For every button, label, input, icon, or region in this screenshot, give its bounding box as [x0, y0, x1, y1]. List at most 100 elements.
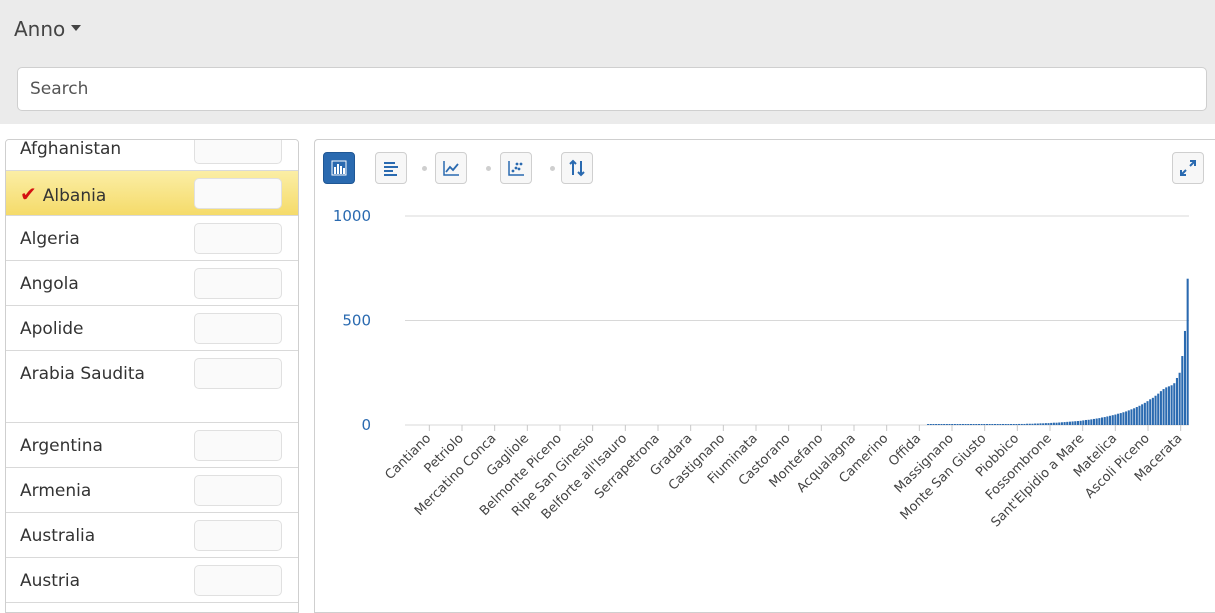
- bar: [1071, 421, 1074, 425]
- country-item[interactable]: Apolide: [6, 306, 298, 351]
- country-item[interactable]: Armenia: [6, 468, 298, 513]
- bar: [1004, 424, 1007, 425]
- bar: [1079, 420, 1082, 425]
- country-item[interactable]: Argentina: [6, 423, 298, 468]
- bar: [1109, 415, 1112, 425]
- count-box: [194, 520, 282, 551]
- bar-chart: 05001000CantianoPetrioloMercatino ConcaG…: [333, 207, 1189, 530]
- bar: [937, 424, 940, 425]
- bar: [927, 424, 930, 425]
- bar: [1050, 422, 1053, 425]
- bar: [980, 424, 983, 425]
- bar: [1114, 414, 1117, 425]
- bar: [1138, 405, 1141, 425]
- y-tick-label: 0: [361, 416, 371, 434]
- bar: [953, 424, 956, 425]
- bar: [1012, 424, 1015, 425]
- bar: [1178, 372, 1181, 425]
- bar: [1149, 399, 1152, 425]
- y-tick-label: 500: [342, 312, 371, 330]
- bar: [932, 424, 935, 425]
- bar: [1117, 413, 1120, 425]
- bar: [1127, 410, 1130, 425]
- country-item[interactable]: Australia: [6, 513, 298, 558]
- bar: [1063, 422, 1066, 425]
- bar: [1111, 415, 1114, 425]
- bar: [1084, 419, 1088, 425]
- bar: [983, 424, 986, 425]
- bar: [1007, 424, 1010, 425]
- bar: [1039, 423, 1042, 425]
- bar: [964, 424, 967, 425]
- country-label: Algeria: [20, 229, 80, 249]
- bar: [1023, 423, 1026, 425]
- search-input[interactable]: [17, 67, 1207, 111]
- bar: [1066, 421, 1069, 425]
- bar: [1060, 422, 1063, 425]
- bar: [1167, 386, 1170, 425]
- country-label: Apolide: [20, 319, 84, 339]
- country-item[interactable]: Arabia Saudita: [6, 351, 298, 423]
- bar: [943, 424, 946, 425]
- bar: [1119, 413, 1122, 425]
- bar: [988, 424, 991, 425]
- country-name: Algeria: [20, 227, 190, 251]
- bar: [1015, 424, 1018, 425]
- bar: [935, 424, 938, 425]
- count-box: [194, 475, 282, 506]
- bar: [1036, 423, 1039, 425]
- bar: [1055, 422, 1058, 425]
- count-box: [194, 178, 282, 209]
- bar: [1031, 423, 1034, 425]
- count-box: [194, 313, 282, 344]
- country-name: Armenia: [20, 479, 190, 503]
- bar: [1141, 404, 1144, 425]
- bar: [1183, 330, 1187, 425]
- bar: [1162, 389, 1165, 425]
- bar: [1092, 418, 1096, 425]
- country-name: Arabia Saudita: [20, 362, 190, 386]
- bar: [1044, 423, 1047, 425]
- country-item[interactable]: Angola: [6, 261, 298, 306]
- bar: [1159, 391, 1162, 425]
- bar: [985, 424, 989, 425]
- bar: [1143, 402, 1146, 425]
- bar: [1122, 412, 1125, 425]
- bar: [1026, 423, 1029, 425]
- country-name: Angola: [20, 272, 190, 296]
- country-name: ✔ Albania: [20, 182, 190, 208]
- bar: [1076, 421, 1079, 425]
- count-box: [194, 140, 282, 164]
- bar: [929, 424, 932, 425]
- country-item[interactable]: Afghanistan: [6, 139, 298, 171]
- country-item[interactable]: Algeria: [6, 216, 298, 261]
- country-list-panel[interactable]: Afghanistan ✔ Albania Algeria Angola Apolide A…: [5, 139, 299, 613]
- chart-panel: 0 500 1000 Cantiano Petriolo Mercatino Conca G…: [314, 139, 1215, 613]
- bar: [969, 424, 972, 425]
- country-label: Argentina: [20, 436, 103, 456]
- bar: [1074, 421, 1077, 425]
- bar: [1130, 409, 1133, 425]
- bar: [1175, 377, 1178, 425]
- bar: [967, 424, 970, 425]
- country-item[interactable]: Austria: [6, 558, 298, 603]
- country-label: Albania: [42, 186, 107, 206]
- anno-dropdown[interactable]: Anno: [14, 17, 82, 41]
- bar: [1082, 420, 1085, 425]
- bar: [1125, 411, 1128, 425]
- bar: [948, 424, 951, 425]
- bar: [1106, 416, 1109, 425]
- bar: [1133, 408, 1136, 425]
- bar: [1181, 356, 1184, 425]
- bar: [1028, 423, 1031, 425]
- bar: [1010, 424, 1013, 425]
- country-name: Austria: [20, 569, 190, 593]
- bar: [1151, 397, 1154, 425]
- bar: [977, 424, 980, 425]
- bar: [1170, 385, 1173, 425]
- filter-bar: Anno: [0, 0, 1215, 124]
- country-label: Afghanistan: [20, 139, 122, 159]
- y-tick-label: 1000: [333, 207, 371, 225]
- country-item[interactable]: ✔ Albania: [6, 171, 298, 216]
- bar: [951, 424, 954, 425]
